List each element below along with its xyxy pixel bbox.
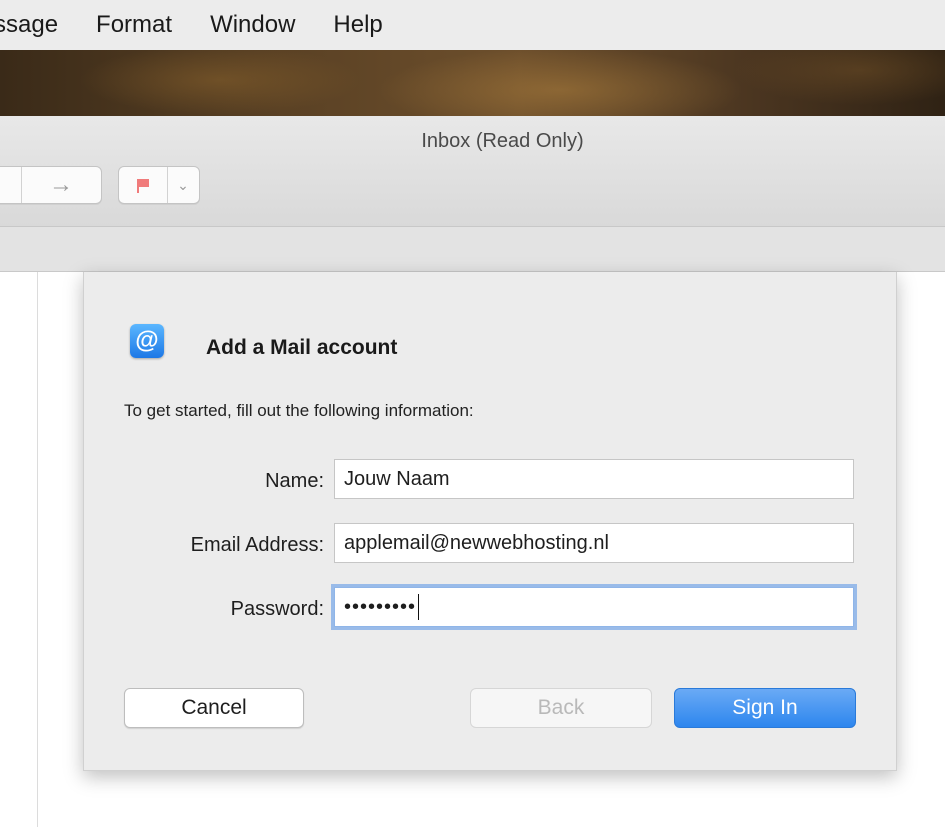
flag-button-group: ⌄ [118,166,200,204]
cancel-button[interactable]: Cancel [124,688,304,728]
menu-bar: ssage Format Window Help [0,0,945,50]
window-title: Inbox (Read Only) [421,130,584,152]
at-sign-icon: @ [130,324,164,358]
back-button[interactable]: Back [470,688,652,728]
email-field-value: applemail@newwebhosting.nl [344,531,609,554]
text-caret [418,594,420,620]
password-field-value: ••••••••• [344,595,417,618]
flag-menu-button[interactable]: ⌄ [168,167,198,203]
password-label: Password: [230,598,324,620]
chevron-down-icon: ⌄ [177,176,189,193]
flag-icon [136,178,150,193]
menu-item-message[interactable]: ssage [0,11,58,39]
desktop-wallpaper [0,50,945,116]
dialog-subtitle: To get started, fill out the following i… [124,401,474,420]
flag-button[interactable] [119,167,167,203]
menu-item-window[interactable]: Window [210,11,295,39]
forward-nav-button[interactable]: → [22,167,100,203]
window-titlebar: Inbox (Read Only) → ⌄ [0,116,945,227]
add-mail-account-sheet: @ Add a Mail account To get started, fil… [83,272,897,771]
favorites-bar [0,227,945,272]
name-field-value: Jouw Naam [344,467,450,490]
name-label: Name: [265,470,324,492]
nav-button-group: → [0,166,102,204]
menu-item-format[interactable]: Format [96,11,172,39]
sidebar-divider [37,272,38,827]
name-field[interactable]: Jouw Naam [334,459,854,499]
password-field[interactable]: ••••••••• [334,587,854,627]
menu-item-help[interactable]: Help [333,11,382,39]
email-field[interactable]: applemail@newwebhosting.nl [334,523,854,563]
sign-in-button[interactable]: Sign In [674,688,856,728]
arrow-right-icon: → [49,171,73,198]
email-label: Email Address: [190,534,324,556]
back-nav-button[interactable] [0,167,21,203]
dialog-title: Add a Mail account [206,336,398,359]
